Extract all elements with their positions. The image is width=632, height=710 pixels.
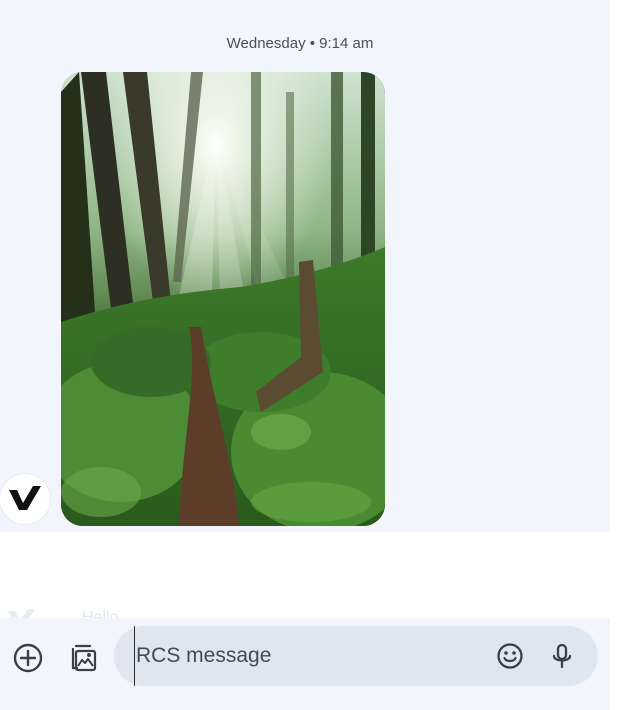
microphone-icon	[552, 643, 572, 669]
gallery-button[interactable]	[65, 640, 101, 676]
message-input[interactable]: RCS message	[114, 626, 598, 686]
contact-avatar[interactable]	[0, 474, 50, 524]
message-timestamp: Wednesday • 9:14 am	[226, 35, 374, 52]
verizon-logo-icon	[9, 486, 41, 510]
emoji-button[interactable]	[492, 638, 528, 674]
message-input-placeholder: RCS message	[134, 626, 271, 686]
photo-message[interactable]	[61, 72, 385, 526]
voice-input-button[interactable]	[544, 638, 580, 674]
gallery-icon	[71, 644, 97, 672]
conversation-area: Wednesday • 9:14 am	[0, 0, 610, 532]
add-attachment-button[interactable]	[10, 640, 46, 676]
forest-photo	[61, 72, 385, 526]
compose-bar: RCS message	[0, 618, 610, 710]
emoji-icon	[497, 643, 523, 669]
add-circle-icon	[13, 643, 43, 673]
